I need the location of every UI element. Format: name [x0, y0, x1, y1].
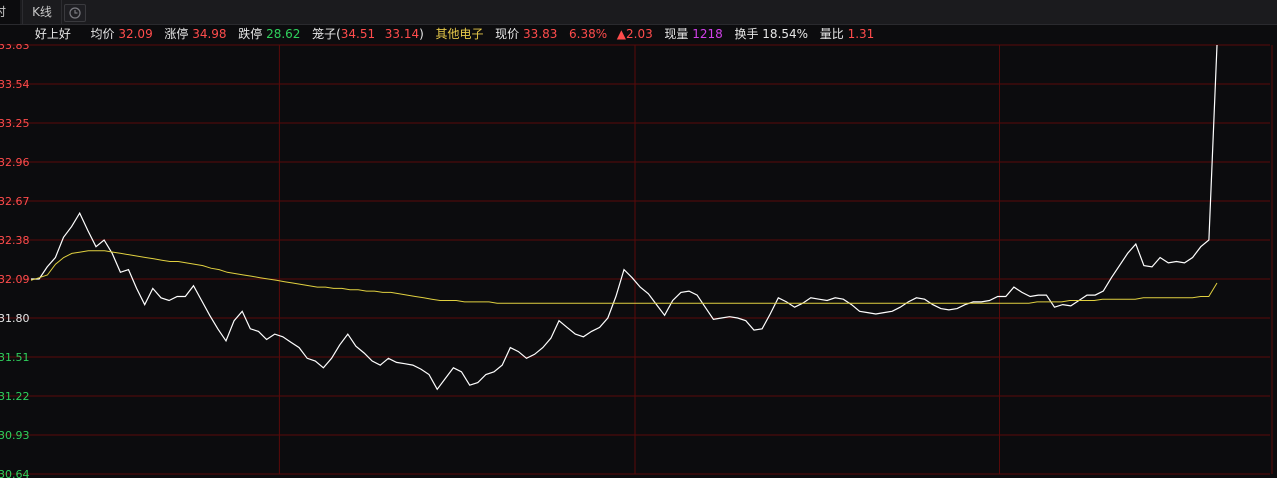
chart-lines	[30, 44, 1218, 391]
y-axis-label: 31.22	[0, 390, 30, 403]
y-axis-label: 32.96	[0, 156, 30, 169]
intraday-chart[interactable]: 33.83 33.54 33.25 32.96 32.67 32.38 32.09 31.80…	[0, 44, 1277, 478]
turnover-value: 18.54%	[762, 27, 809, 41]
volume-label: 现量	[664, 27, 689, 41]
avg-price-value: 32.09	[118, 27, 153, 41]
bracket-low-value: 34.51	[340, 27, 376, 41]
current-price-value: 33.83	[523, 27, 558, 41]
limit-down-value: 28.62	[266, 27, 301, 41]
y-axis-label: 32.67	[0, 195, 30, 208]
y-axis-label: 33.54	[0, 78, 30, 91]
y-axis-label: 32.38	[0, 234, 30, 247]
y-axis-label: 31.51	[0, 351, 30, 364]
bracket-high-value: 33.14	[384, 27, 420, 41]
tab-intraday[interactable]: 时	[0, 0, 20, 24]
y-axis-label: 31.80	[0, 312, 30, 325]
quote-info-bar: 好上好 均价 32.09 涨停 34.98 跌停 28.62 笼子(34.51 …	[0, 25, 874, 43]
change-percent: 6.38%	[569, 27, 608, 41]
tab-kline-label: K线	[32, 5, 52, 19]
limit-down-label: 跌停	[238, 27, 263, 41]
current-price-label: 现价	[495, 27, 520, 41]
y-axis-label: 30.64	[0, 468, 30, 478]
clock-history-icon	[69, 7, 81, 19]
y-axis-label: 33.25	[0, 117, 30, 130]
tab-intraday-label: 时	[0, 5, 7, 19]
chart-grid	[0, 44, 1273, 475]
avg-price-label: 均价	[90, 27, 115, 41]
bracket-label: 笼子(	[312, 27, 341, 41]
bracket-close: )	[419, 27, 424, 41]
tab-bar: 时 K线	[0, 0, 1277, 25]
limit-up-label: 涨停	[164, 27, 189, 41]
change-value: ▲2.03	[616, 27, 653, 41]
volume-ratio-value: 1.31	[847, 27, 875, 41]
stock-name: 好上好	[34, 27, 71, 41]
limit-up-value: 34.98	[192, 27, 227, 41]
volume-value: 1218	[692, 27, 723, 41]
sector-link[interactable]: 其他电子	[435, 25, 483, 43]
turnover-label: 换手	[734, 27, 759, 41]
tab-kline[interactable]: K线	[22, 0, 62, 24]
history-button[interactable]	[64, 4, 86, 22]
price-line	[31, 44, 1218, 391]
y-axis-label: 32.09	[0, 273, 30, 286]
y-axis-labels: 33.83 33.54 33.25 32.96 32.67 32.38 32.09 31.80…	[0, 44, 30, 478]
y-axis-label: 33.83	[0, 44, 30, 52]
volume-ratio-label: 量比	[819, 27, 844, 41]
y-axis-label: 30.93	[0, 429, 30, 442]
